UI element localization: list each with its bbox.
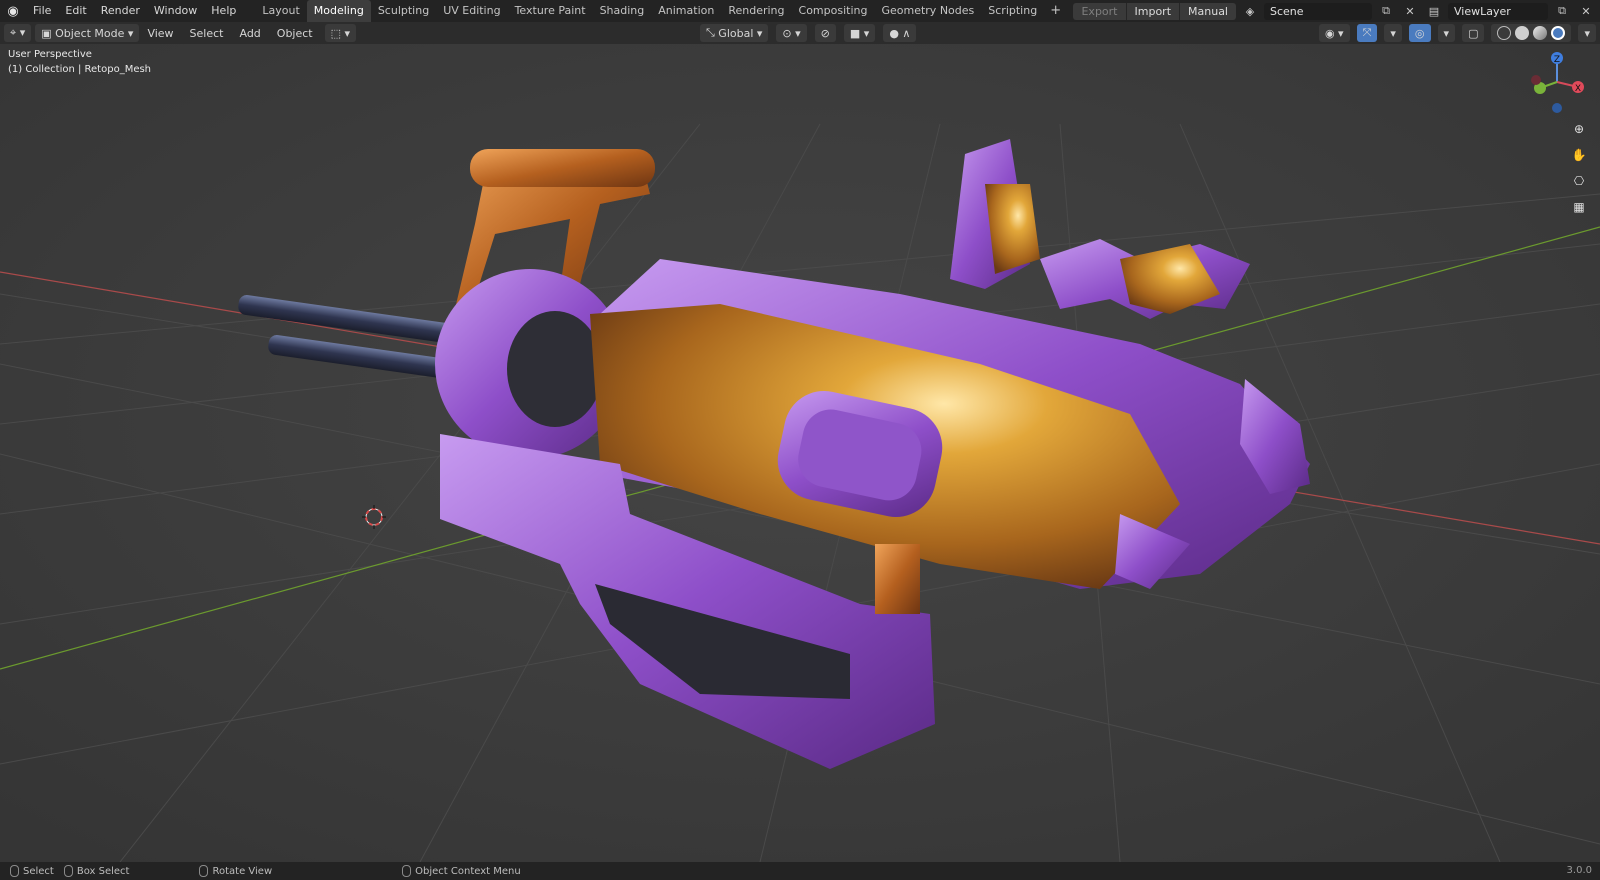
3d-viewport[interactable]: Z X User Perspective (1) Collection | Re… [0, 44, 1600, 862]
pivot-point-icon[interactable]: ⊙ ▾ [776, 24, 807, 42]
tab-rendering[interactable]: Rendering [721, 0, 791, 22]
status-rotate: Rotate View [199, 865, 272, 877]
status-rotate-label: Rotate View [212, 865, 273, 877]
new-scene-icon[interactable]: ⧉ [1376, 3, 1396, 20]
menu-view[interactable]: View [139, 27, 181, 40]
viewport-nav-tools: ⊕ ✋ ⎔ ▦ [1568, 119, 1590, 217]
camera-view-icon[interactable]: ⎔ [1568, 171, 1590, 191]
chevron-down-icon: ▾ [124, 26, 134, 40]
menu-select[interactable]: Select [182, 27, 232, 40]
visibility-icon[interactable]: ◉ ▾ [1318, 24, 1350, 42]
gizmo-toggle-icon[interactable]: ⤧ [1356, 24, 1378, 42]
menu-file[interactable]: File [26, 0, 58, 22]
pan-hand-icon[interactable]: ✋ [1568, 145, 1590, 165]
status-box-select-label: Box Select [76, 865, 130, 877]
tab-animation[interactable]: Animation [651, 0, 721, 22]
mode-label: Object Mode [55, 26, 125, 40]
tab-compositing[interactable]: Compositing [792, 0, 875, 22]
top-bar: ◉ File Edit Render Window Help Layout Mo… [0, 0, 1600, 22]
delete-view-layer-icon[interactable]: ✕ [1576, 3, 1596, 20]
manual-button[interactable]: Manual [1180, 3, 1236, 20]
rendered-shading-icon[interactable] [1551, 26, 1566, 40]
mouse-middle-icon [199, 865, 209, 877]
perspective-label: User Perspective [8, 49, 92, 60]
top-right-controls: Export Import Manual ◈ Scene ⧉ ✕ ▤ ViewL… [1073, 0, 1600, 22]
status-box-select: Box Select [63, 865, 130, 877]
tab-shading[interactable]: Shading [593, 0, 652, 22]
view-layer-field[interactable]: ViewLayer [1448, 2, 1548, 20]
viewport-header: ⌖ ▾ ▣ Object Mode ▾ View Select Add Obje… [0, 22, 1600, 44]
blender-logo-icon[interactable]: ◉ [0, 0, 26, 22]
status-select: Select [10, 865, 54, 877]
tab-modeling[interactable]: Modeling [306, 0, 371, 22]
status-bar: Select Box Select Rotate View Object Con… [0, 862, 1600, 880]
solid-shading-icon[interactable] [1515, 26, 1530, 40]
menu-object[interactable]: Object [269, 27, 321, 40]
status-context-menu: Object Context Menu [402, 865, 521, 877]
scene-selector-icon[interactable]: ◈ [1240, 3, 1260, 20]
workspace-tabs: Layout Modeling Sculpting UV Editing Tex… [255, 0, 1067, 22]
new-view-layer-icon[interactable]: ⧉ [1552, 3, 1572, 20]
mouse-left-icon [10, 865, 19, 877]
version-label: 3.0.0 [1566, 865, 1592, 876]
gizmo-x-label: X [1575, 84, 1581, 94]
orthographic-grid-icon[interactable]: ▦ [1568, 197, 1590, 217]
overlay-dropdown-icon[interactable]: ▾ [1437, 24, 1456, 42]
wireframe-shading-icon[interactable] [1497, 26, 1512, 40]
mouse-drag-icon [63, 865, 73, 877]
tab-scripting[interactable]: Scripting [981, 0, 1044, 22]
gizmo-dropdown-icon[interactable]: ▾ [1384, 24, 1402, 42]
snap-toggle-icon[interactable]: ⊘ [814, 24, 836, 42]
mode-selector[interactable]: ▣ Object Mode ▾ [35, 24, 140, 42]
menu-add[interactable]: Add [231, 27, 268, 40]
export-button[interactable]: Export [1073, 2, 1127, 20]
tab-uv-editing[interactable]: UV Editing [436, 0, 507, 22]
view-layer-icon[interactable]: ▤ [1424, 3, 1444, 20]
xray-toggle-icon[interactable]: ▢ [1462, 24, 1485, 42]
overlay-toggle-icon[interactable]: ◎ [1408, 24, 1431, 42]
shading-mode-group [1491, 24, 1572, 42]
status-select-label: Select [23, 865, 54, 877]
menu-window[interactable]: Window [147, 0, 204, 22]
orientation-icon: ⤡ [706, 26, 719, 39]
gizmo-neg-z-axis[interactable] [1552, 103, 1562, 113]
viewport-scene: Z X [0, 44, 1600, 862]
proportional-edit-icon[interactable]: ● ∧ [883, 24, 917, 42]
collection-label: (1) Collection | Retopo_Mesh [8, 64, 152, 75]
view-layer-name: ViewLayer [1454, 4, 1511, 18]
add-workspace-button[interactable]: + [1044, 0, 1067, 22]
mode-icon: ▣ [41, 26, 56, 40]
viewport-shading-controls: ◉ ▾ ⤧ ▾ ◎ ▾ ▢ ▾ [1315, 24, 1596, 42]
select-mode-button[interactable]: ⬚ ▾ [324, 24, 357, 42]
scene-field[interactable]: Scene [1264, 2, 1372, 20]
gizmo-neg-x-axis[interactable] [1531, 75, 1541, 85]
scene-name: Scene [1270, 4, 1304, 18]
shading-dropdown-icon[interactable]: ▾ [1578, 24, 1596, 42]
transform-controls: ⤡ Global ▾ ⊙ ▾ ⊘ ■ ▾ ● ∧ [696, 24, 917, 42]
tab-sculpting[interactable]: Sculpting [371, 0, 436, 22]
tab-layout[interactable]: Layout [255, 0, 306, 22]
addon-buttons: Export Import Manual [1073, 2, 1236, 20]
import-button[interactable]: Import [1127, 2, 1181, 20]
tab-texture-paint[interactable]: Texture Paint [508, 0, 593, 22]
material-preview-icon[interactable] [1533, 26, 1548, 40]
delete-scene-icon[interactable]: ✕ [1400, 3, 1420, 20]
gizmo-z-label: Z [1554, 55, 1560, 65]
orientation-label: Global [718, 26, 754, 40]
mouse-right-icon [402, 865, 412, 877]
menu-edit[interactable]: Edit [58, 0, 93, 22]
chevron-down-icon: ▾ [753, 26, 763, 40]
snap-target-icon[interactable]: ■ ▾ [843, 24, 876, 42]
zoom-icon[interactable]: ⊕ [1568, 119, 1590, 139]
tab-geometry-nodes[interactable]: Geometry Nodes [874, 0, 981, 22]
menu-help[interactable]: Help [204, 0, 243, 22]
orientation-selector[interactable]: ⤡ Global ▾ [700, 24, 769, 42]
menu-render[interactable]: Render [94, 0, 147, 22]
editor-type-button[interactable]: ⌖ ▾ [4, 24, 32, 42]
status-context-label: Object Context Menu [415, 865, 521, 877]
